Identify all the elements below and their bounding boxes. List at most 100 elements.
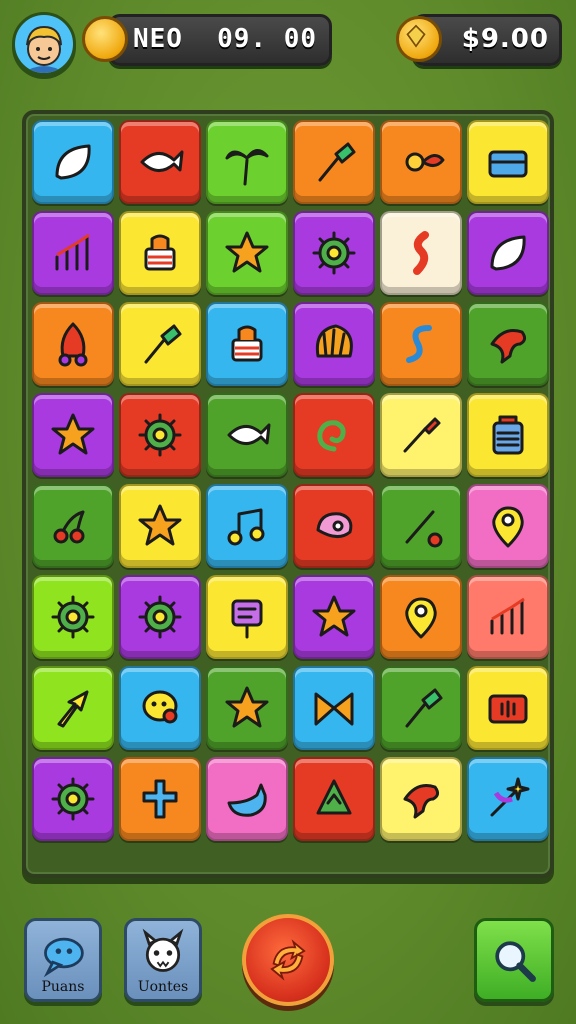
tile-chat[interactable]: [119, 666, 201, 750]
tile-star[interactable]: [119, 484, 201, 568]
rocket-icon: [58, 322, 88, 367]
star-icon: [312, 595, 356, 637]
cake-icon: [231, 325, 263, 362]
score-value: 09. 00: [217, 24, 317, 54]
tile-gear[interactable]: [32, 575, 114, 659]
search-button[interactable]: [474, 918, 554, 1002]
chart-icon: [55, 233, 90, 271]
tile-sign[interactable]: [206, 575, 288, 659]
chat-bubble-icon: [43, 937, 84, 978]
player-avatar[interactable]: [12, 12, 76, 76]
bow-icon: [314, 692, 354, 726]
game-board: [22, 110, 554, 878]
bird-icon: [490, 329, 527, 364]
bird-icon: [403, 784, 440, 819]
tile-star[interactable]: [206, 211, 288, 295]
star-icon: [138, 504, 182, 546]
pin-icon: [405, 597, 437, 639]
leaf-icon: [55, 144, 91, 180]
tile-chart[interactable]: [32, 211, 114, 295]
tile-star[interactable]: [293, 575, 375, 659]
fish-icon: [227, 423, 271, 445]
tile-snake[interactable]: [380, 302, 462, 386]
tile-chest[interactable]: [467, 120, 549, 204]
play-button[interactable]: [242, 914, 334, 1006]
tile-gear[interactable]: [32, 757, 114, 841]
tile-rocket[interactable]: [32, 302, 114, 386]
star-icon: [225, 231, 269, 273]
arrow-icon: [57, 690, 89, 728]
tile-brush[interactable]: [380, 393, 462, 477]
sign-icon: [231, 599, 263, 639]
gem-coin-icon: [396, 16, 442, 62]
gear-icon: [312, 231, 356, 275]
gear-icon: [138, 595, 182, 639]
tile-pin[interactable]: [467, 484, 549, 568]
tile-bird[interactable]: [380, 757, 462, 841]
tile-chart[interactable]: [467, 575, 549, 659]
player-name: NEO: [133, 24, 183, 54]
cross-icon: [142, 779, 178, 819]
tile-fish[interactable]: [206, 393, 288, 477]
chart-icon: [490, 597, 525, 635]
tile-shovel[interactable]: [119, 302, 201, 386]
tile-whale[interactable]: [206, 757, 288, 841]
tile-fish[interactable]: [119, 120, 201, 204]
money-value: $9.00: [461, 24, 549, 54]
coin-icon: [82, 16, 128, 62]
star-icon: [225, 686, 269, 728]
tile-bird[interactable]: [467, 302, 549, 386]
star-icon: [51, 413, 95, 455]
tile-tree[interactable]: [293, 757, 375, 841]
tile-gear[interactable]: [119, 393, 201, 477]
tile-cake[interactable]: [206, 302, 288, 386]
tile-cherry[interactable]: [32, 484, 114, 568]
tile-leaf[interactable]: [32, 120, 114, 204]
tile-leaf[interactable]: [467, 211, 549, 295]
tile-bow[interactable]: [293, 666, 375, 750]
tile-wave[interactable]: [380, 211, 462, 295]
tree-icon: [316, 779, 352, 815]
monster-icon: [142, 928, 184, 972]
tile-jar[interactable]: [467, 393, 549, 477]
tile-music[interactable]: [206, 484, 288, 568]
shovel-icon: [318, 142, 356, 182]
snake-icon: [406, 325, 432, 363]
shovel-icon: [144, 324, 182, 364]
music-icon: [227, 508, 265, 546]
tile-cake[interactable]: [119, 211, 201, 295]
tile-gear[interactable]: [293, 211, 375, 295]
cherry-icon: [53, 510, 85, 544]
tile-radio[interactable]: [467, 666, 549, 750]
sun-icon: [405, 152, 445, 172]
tile-swirl[interactable]: [293, 393, 375, 477]
tile-star[interactable]: [32, 393, 114, 477]
tile-stick[interactable]: [380, 484, 462, 568]
tile-shovel[interactable]: [293, 120, 375, 204]
tile-star[interactable]: [206, 666, 288, 750]
chat-icon: [142, 690, 178, 724]
player-name-score-panel: NEO 09. 00: [108, 14, 332, 66]
tile-sun[interactable]: [380, 120, 462, 204]
uontes-button[interactable]: Uontes: [124, 918, 202, 1002]
tile-shell[interactable]: [293, 302, 375, 386]
tile-palm-tree[interactable]: [206, 120, 288, 204]
tile-meat[interactable]: [293, 484, 375, 568]
uontes-label: Uontes: [137, 979, 189, 995]
tile-gear[interactable]: [119, 575, 201, 659]
whale-icon: [227, 783, 267, 817]
jar-icon: [492, 415, 524, 455]
tile-cross[interactable]: [119, 757, 201, 841]
tile-pin[interactable]: [380, 575, 462, 659]
puans-button[interactable]: Puans: [24, 918, 102, 1002]
tile-shovel[interactable]: [380, 666, 462, 750]
meat-icon: [316, 512, 353, 538]
radio-icon: [488, 694, 528, 724]
tile-wand[interactable]: [467, 757, 549, 841]
puans-label: Puans: [41, 979, 85, 995]
pin-icon: [492, 506, 524, 548]
tile-arrow[interactable]: [32, 666, 114, 750]
wand-icon: [490, 777, 530, 817]
search-icon: [495, 941, 536, 982]
shell-icon: [315, 324, 353, 358]
